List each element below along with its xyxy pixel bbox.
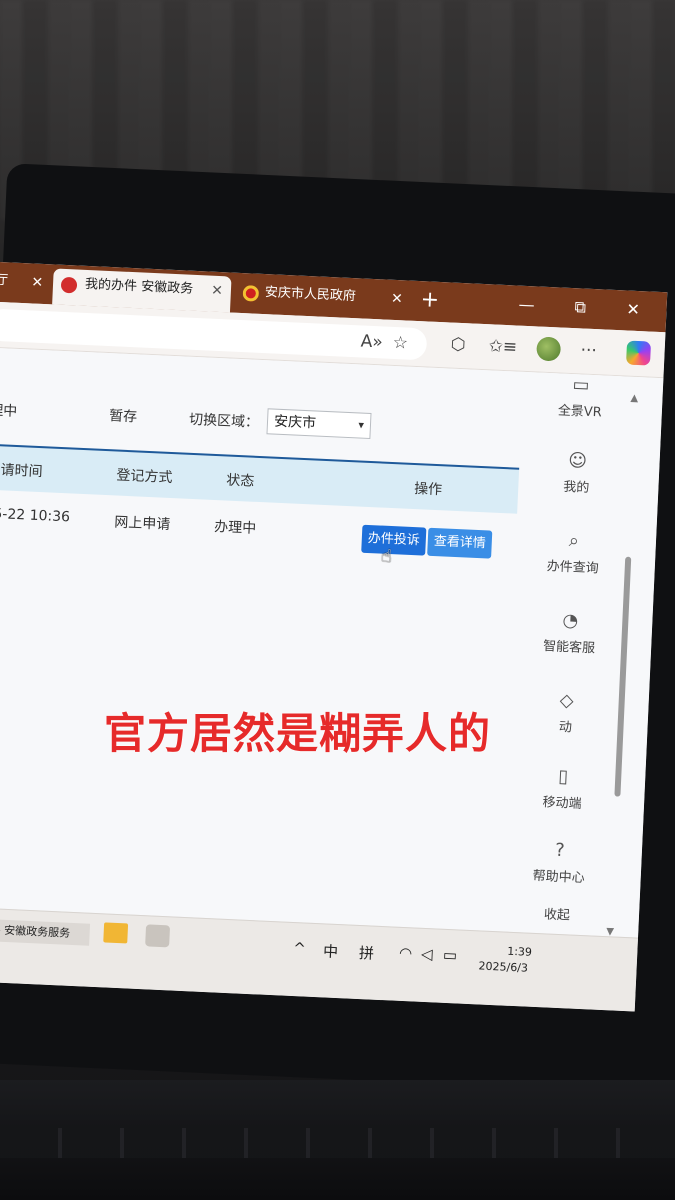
extensions-icon[interactable]: ⬡ [450,335,466,356]
tab-previous[interactable]: 厅 ✕ [0,266,52,305]
clock-date[interactable]: 2025/6/3 [478,959,528,974]
favorite-star-icon[interactable]: ☆ [392,333,408,354]
ime-pinyin[interactable]: 拼 [359,942,375,964]
search-document-icon: ⌕ [568,530,580,552]
wifi-icon[interactable]: ◠ [399,944,413,963]
tab-label: 厅 [0,272,9,289]
ime-mode[interactable]: 中 [323,940,339,962]
sidebar-item-interaction[interactable]: ◇ 动 [525,688,607,737]
scrollbar-thumb[interactable] [614,556,632,797]
close-icon[interactable]: ✕ [31,267,44,298]
battery-icon[interactable]: ▭ [443,946,458,965]
sidebar-item-label: 移动端 [542,795,582,812]
region-select-value: 安庆市 [273,413,317,432]
copilot-icon[interactable] [625,340,652,366]
clock-time[interactable]: 1:39 [507,945,532,959]
hand-cursor-icon: ☝ [380,545,393,568]
header-actions: 操作 [413,481,443,499]
close-icon[interactable]: ✕ [390,284,403,315]
complain-button[interactable]: 办件投诉 [361,524,427,556]
sidebar-item-help[interactable]: ? 帮助中心 [518,838,600,887]
vr-icon: ▭ [572,374,590,396]
sidebar-item-label: 办件查询 [546,559,600,577]
sidebar-item-label: 动 [558,719,573,736]
tab-label: 我的办件 安徽政务 [84,276,194,297]
status-tab-processing[interactable]: 理中 [0,400,18,421]
cell-method: 网上申请 [113,514,171,533]
tray-chevron-icon[interactable]: ^ [293,939,306,958]
service-icon: ◔ [561,609,579,632]
sidebar-collapse-button[interactable]: 收起 [517,902,598,925]
interaction-icon: ◇ [559,689,575,712]
new-tab-button[interactable]: + [420,285,440,316]
sidebar-item-vr[interactable]: ▭ 全景VR [539,373,621,422]
sidebar-item-label: 收起 [543,907,571,924]
page-content: 理中 暂存 切换区域： 安庆市 ▾ 申请时间 登记方式 状态 操作 05-22 … [0,347,664,938]
cell-status: 办理中 [213,518,257,537]
sidebar-item-label: 我的 [563,479,590,496]
cases-table: 申请时间 登记方式 状态 操作 05-22 10:36 网上申请 办理中 办件投… [0,443,520,572]
user-icon: ☺ [567,449,588,472]
national-emblem-icon [242,285,260,302]
favorites-icon[interactable]: ✩≡ [488,336,517,357]
taskbar-app-icon[interactable] [145,924,171,948]
header-status: 状态 [225,472,255,490]
sidebar-item-label: 帮助中心 [532,868,585,887]
overlay-caption: 官方居然是糊弄人的 [104,709,492,758]
sidebar-item-mine[interactable]: ☺ 我的 [536,449,618,498]
mobile-icon: ▯ [557,765,569,788]
right-sidebar: ▭ 全景VR ☺ 我的 ⌕ 办件查询 ◔ 智能客服 ◇ 动 ▯ 移动端 ? 帮助… [516,372,622,936]
keyboard-keys [0,1128,675,1158]
header-apply-time: 申请时间 [0,461,43,481]
volume-icon[interactable]: ◁ [421,945,433,964]
sidebar-item-label: 全景VR [557,403,603,421]
minimize-button[interactable]: — [518,290,535,321]
header-method: 登记方式 [116,467,173,487]
sidebar-item-mobile[interactable]: ▯ 移动端 [522,764,604,813]
cell-apply-time: 05-22 10:36 [0,505,71,526]
sidebar-item-smart-service[interactable]: ◔ 智能客服 [529,608,611,657]
chevron-down-icon: ▾ [358,418,365,432]
site-logo-icon [60,276,78,294]
file-explorer-icon[interactable] [103,922,129,944]
restore-button[interactable]: ⧉ [574,292,587,322]
close-icon[interactable]: ✕ [211,276,224,307]
taskbar-app-browser[interactable]: 的办件 安徽政务服务 [0,918,91,946]
status-tab-draft[interactable]: 暂存 [109,405,138,426]
window-close-button[interactable]: ✕ [626,294,641,325]
region-select[interactable]: 安庆市 ▾ [266,408,372,439]
scroll-up-arrow[interactable]: ▲ [630,393,638,404]
help-icon: ? [554,839,566,862]
read-aloud-icon[interactable]: A» [360,331,383,352]
more-icon[interactable]: ··· [580,340,597,361]
region-label: 切换区域： [188,411,260,431]
profile-avatar[interactable] [536,336,562,362]
sidebar-item-label: 智能客服 [542,639,596,657]
laptop-screen: 厅 ✕ 我的办件 安徽政务 ✕ 安庆市人民政府 ✕ + — ⧉ ✕ A» ☆ ⬡… [0,262,668,1012]
sidebar-item-case-query[interactable]: ⌕ 办件查询 [532,529,614,578]
tab-label: 安庆市人民政府 [264,285,357,305]
view-detail-button[interactable]: 查看详情 [427,527,493,559]
